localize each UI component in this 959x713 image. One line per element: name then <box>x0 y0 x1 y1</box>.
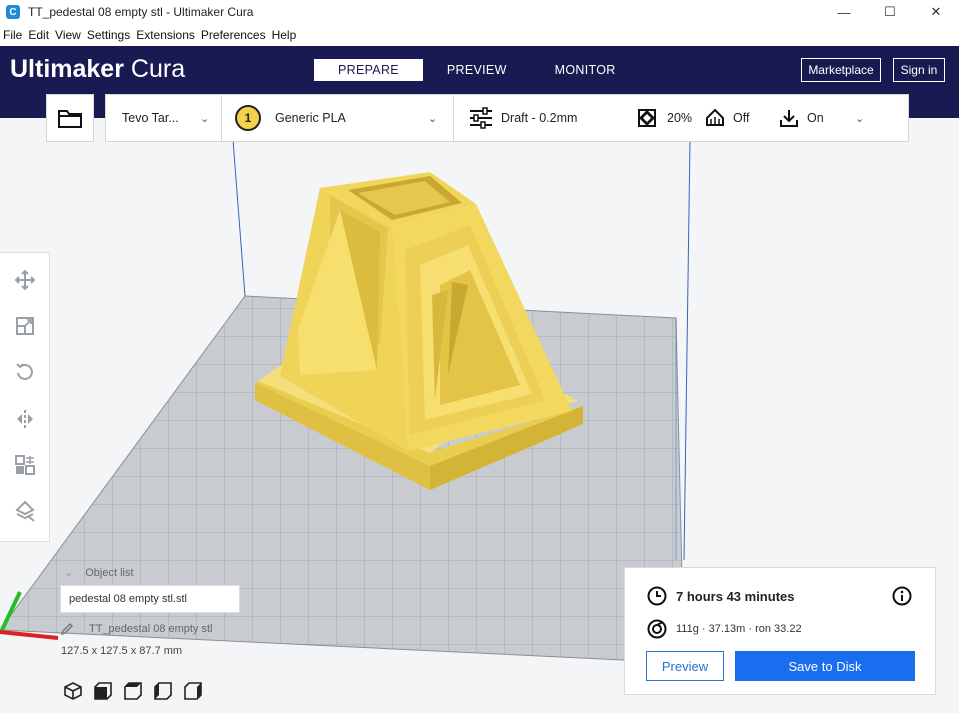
material-usage: 111g · 37.13m · ron 33.22 <box>676 623 802 635</box>
minimize-button[interactable]: — <box>821 0 867 24</box>
mirror-tool-button[interactable] <box>8 402 42 435</box>
cube-left-icon <box>154 682 172 700</box>
info-icon[interactable] <box>892 586 912 606</box>
open-file-button[interactable] <box>46 94 94 142</box>
tab-monitor[interactable]: MONITOR <box>531 59 640 81</box>
adhesion-value: On <box>807 111 824 125</box>
object-name: TT_pedestal 08 empty stl <box>89 623 213 635</box>
brand-main: Ultimaker <box>10 55 124 83</box>
rotate-icon <box>15 363 33 381</box>
save-to-disk-button[interactable]: Save to Disk <box>735 651 915 681</box>
menu-settings[interactable]: Settings <box>84 28 133 42</box>
object-list-title: Object list <box>85 567 134 579</box>
material-selector[interactable]: 1 Generic PLA ⌄ <box>222 95 454 141</box>
print-config-toolbar: Tevo Tar... ⌄ 1 Generic PLA ⌄ Draft - 0.… <box>46 94 909 142</box>
print-settings-bar: Tevo Tar... ⌄ 1 Generic PLA ⌄ Draft - 0.… <box>105 94 909 142</box>
rotate-tool-button[interactable] <box>8 356 42 389</box>
support-value: Off <box>733 111 750 125</box>
cube-top-icon <box>124 682 142 700</box>
object-list-item[interactable]: pedestal 08 empty stl.stl <box>60 585 240 613</box>
scale-tool-button[interactable] <box>8 309 42 342</box>
material-name: Generic PLA <box>275 111 346 125</box>
support-icon <box>706 108 724 126</box>
view-top-button[interactable] <box>122 680 144 702</box>
menu-preferences[interactable]: Preferences <box>198 28 269 42</box>
cura-app-icon: C <box>6 5 20 19</box>
move-icon <box>14 269 35 291</box>
window-controls: — ☐ ✕ <box>821 0 959 24</box>
object-name-row: TT_pedestal 08 empty stl <box>60 622 260 636</box>
spool-icon <box>647 619 667 639</box>
object-list-panel: ⌄ Object list pedestal 08 empty stl.stl T… <box>60 566 260 657</box>
mirror-icon <box>16 409 33 428</box>
build-volume-edge <box>232 139 246 297</box>
tab-prepare[interactable]: PREPARE <box>314 59 423 81</box>
cura-window: C TT_pedestal 08 empty stl - Ultimaker C… <box>0 0 959 713</box>
per-model-settings-icon <box>14 454 35 475</box>
cube-right-icon <box>184 682 202 700</box>
sliders-icon <box>470 107 492 129</box>
close-button[interactable]: ✕ <box>913 0 959 24</box>
maximize-button[interactable]: ☐ <box>867 0 913 24</box>
cube-front-icon <box>94 682 112 700</box>
scale-icon <box>15 316 34 335</box>
view-left-button[interactable] <box>152 680 174 702</box>
menu-help[interactable]: Help <box>269 28 300 42</box>
marketplace-button[interactable]: Marketplace <box>801 58 881 82</box>
chevron-down-icon: ⌄ <box>200 112 210 125</box>
chevron-down-icon: ⌄ <box>428 112 438 125</box>
clock-icon <box>647 586 667 606</box>
per-model-settings-button[interactable] <box>8 448 42 481</box>
sign-in-button[interactable]: Sign in <box>893 58 945 82</box>
pencil-icon[interactable] <box>60 622 74 636</box>
view-3d-button[interactable] <box>62 680 84 702</box>
menu-view[interactable]: View <box>52 28 84 42</box>
profile-label: Draft - 0.2mm <box>501 111 578 125</box>
view-orientation-buttons <box>62 680 212 702</box>
stage-tabs: PREPARE PREVIEW MONITOR <box>314 59 640 81</box>
print-time-row: 7 hours 43 minutes <box>647 586 794 606</box>
object-list-toggle[interactable]: ⌄ Object list <box>60 566 260 579</box>
menu-file[interactable]: File <box>0 28 25 42</box>
extruder-badge-icon: 1 <box>235 105 261 131</box>
menu-extensions[interactable]: Extensions <box>133 28 198 42</box>
move-tool-button[interactable] <box>8 263 42 296</box>
menu-bar: File Edit View Settings Extensions Prefe… <box>0 24 959 46</box>
view-right-button[interactable] <box>182 680 204 702</box>
ultimaker-cura-logo: Ultimaker Cura <box>10 55 185 84</box>
x-axis-indicator <box>0 630 59 640</box>
material-usage-row: 111g · 37.13m · ron 33.22 <box>647 619 802 639</box>
support-blocker-button[interactable] <box>8 495 42 528</box>
menu-edit[interactable]: Edit <box>25 28 52 42</box>
print-time: 7 hours 43 minutes <box>676 588 795 604</box>
preview-button[interactable]: Preview <box>646 651 724 681</box>
tab-preview[interactable]: PREVIEW <box>423 59 531 81</box>
cube-3d-icon <box>64 682 82 700</box>
printer-name: Tevo Tar... <box>122 111 179 125</box>
build-volume-edge <box>683 139 691 561</box>
support-blocker-icon <box>14 500 35 523</box>
tool-sidebar <box>0 252 50 542</box>
print-summary-panel: 7 hours 43 minutes 111g · 37.13m · ron 3… <box>624 567 936 695</box>
object-dimensions: 127.5 x 127.5 x 87.7 mm <box>61 645 183 657</box>
infill-icon <box>638 109 656 127</box>
window-title: TT_pedestal 08 empty stl - Ultimaker Cur… <box>28 5 254 19</box>
printer-selector[interactable]: Tevo Tar... ⌄ <box>106 95 222 141</box>
infill-value: 20% <box>667 111 693 125</box>
brand-sub: Cura <box>130 55 186 83</box>
folder-icon <box>58 110 82 128</box>
chevron-down-icon: ⌄ <box>64 567 74 579</box>
adhesion-icon <box>780 110 798 127</box>
print-settings-summary[interactable]: Draft - 0.2mm 20% Off On ⌄ <box>454 95 908 141</box>
chevron-down-icon[interactable]: ⌄ <box>855 112 864 125</box>
title-bar: C TT_pedestal 08 empty stl - Ultimaker C… <box>0 0 959 24</box>
view-front-button[interactable] <box>92 680 114 702</box>
